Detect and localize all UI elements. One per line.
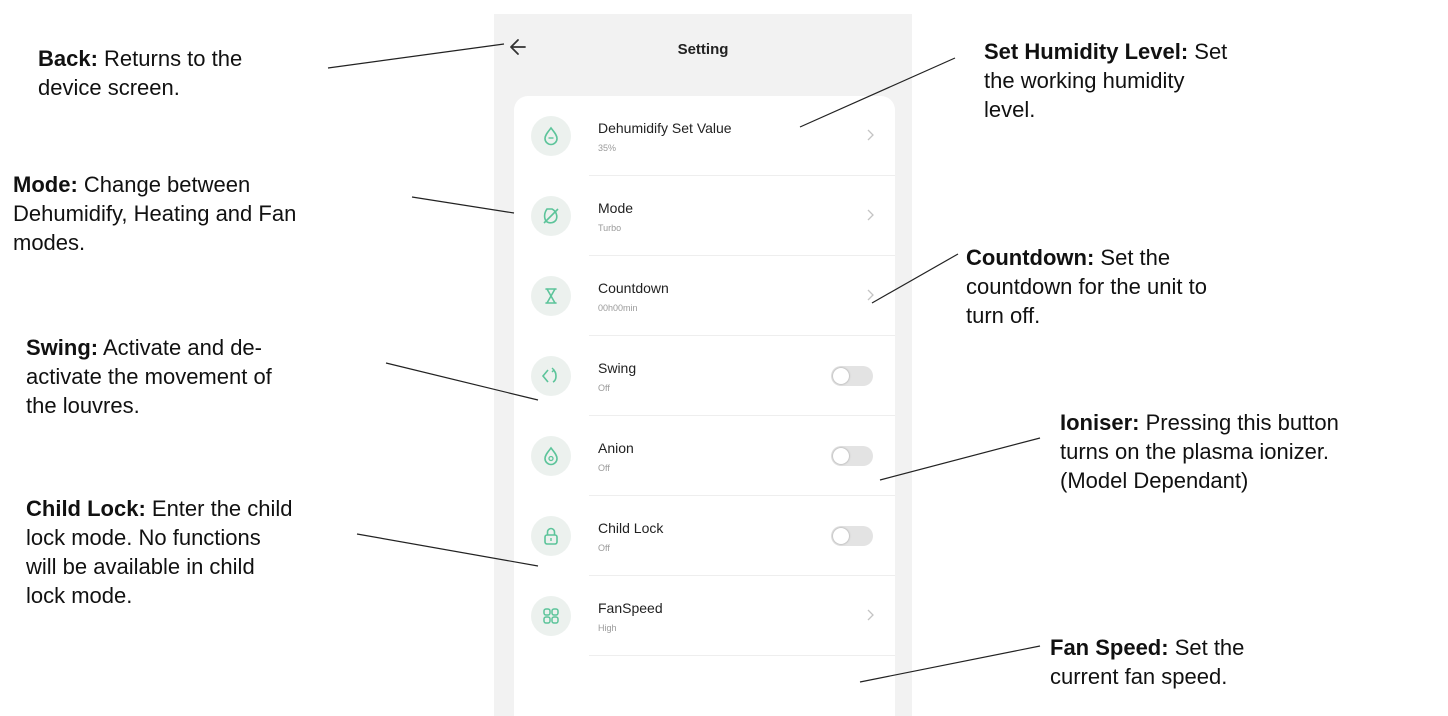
setting-row-child-lock: Child Lock Off: [514, 496, 895, 576]
fan-grid-icon: [531, 596, 571, 636]
swing-toggle[interactable]: [831, 366, 873, 386]
setting-value: Off: [598, 383, 610, 393]
child-lock-toggle[interactable]: [831, 526, 873, 546]
droplet-icon: [531, 116, 571, 156]
setting-label: Child Lock: [598, 520, 664, 536]
lock-icon: [531, 516, 571, 556]
setting-label: Mode: [598, 200, 634, 216]
chevron-right-icon: [867, 289, 874, 301]
setting-row-dehumidify-set-value[interactable]: Dehumidify Set Value 35%: [514, 96, 895, 176]
chevron-right-icon: [867, 609, 874, 621]
setting-value: High: [598, 623, 617, 633]
setting-label: Countdown: [598, 280, 669, 296]
setting-label: Anion: [598, 440, 634, 456]
swing-icon: [531, 356, 571, 396]
setting-value: Off: [598, 543, 610, 553]
annotation-swing: Swing: Activate and de- activate the mov…: [26, 335, 272, 418]
top-bar: Setting: [494, 14, 912, 84]
setting-value: 35%: [598, 143, 617, 153]
setting-label: Swing: [598, 360, 637, 376]
annotation-back: Back: Returns to the device screen.: [38, 46, 243, 100]
setting-value: Turbo: [598, 223, 622, 233]
hourglass-icon: [531, 276, 571, 316]
settings-screen: Setting Dehumidify Set Value 35% Mode Tu…: [494, 14, 912, 716]
chevron-right-icon: [867, 209, 874, 221]
setting-row-fanspeed[interactable]: FanSpeed High: [514, 576, 895, 656]
setting-row-mode[interactable]: Mode Turbo: [514, 176, 895, 256]
setting-label: FanSpeed: [598, 600, 663, 616]
annotation-mode: Mode: Change between Dehumidify, Heating…: [13, 172, 297, 255]
page-title: Setting: [677, 41, 729, 58]
divider: [589, 655, 895, 656]
anion-toggle[interactable]: [831, 446, 873, 466]
annotation-fan-speed: Fan Speed: Set the current fan speed.: [1050, 635, 1245, 689]
mode-icon: [531, 196, 571, 236]
annotation-countdown: Countdown: Set the countdown for the uni…: [966, 245, 1207, 328]
setting-value: 00h00min: [598, 303, 638, 313]
annotation-ioniser: Ioniser: Pressing this button turns on t…: [1060, 410, 1339, 493]
setting-value: Off: [598, 463, 610, 473]
anion-icon: [531, 436, 571, 476]
setting-row-swing: Swing Off: [514, 336, 895, 416]
chevron-right-icon: [867, 129, 874, 141]
settings-list: Dehumidify Set Value 35% Mode Turbo Coun…: [514, 96, 895, 716]
setting-row-countdown[interactable]: Countdown 00h00min: [514, 256, 895, 336]
annotation-set-humidity: Set Humidity Level: Set the working humi…: [984, 39, 1228, 122]
annotation-child-lock: Child Lock: Enter the child lock mode. N…: [26, 496, 293, 608]
setting-label: Dehumidify Set Value: [598, 120, 732, 136]
setting-row-anion: Anion Off: [514, 416, 895, 496]
